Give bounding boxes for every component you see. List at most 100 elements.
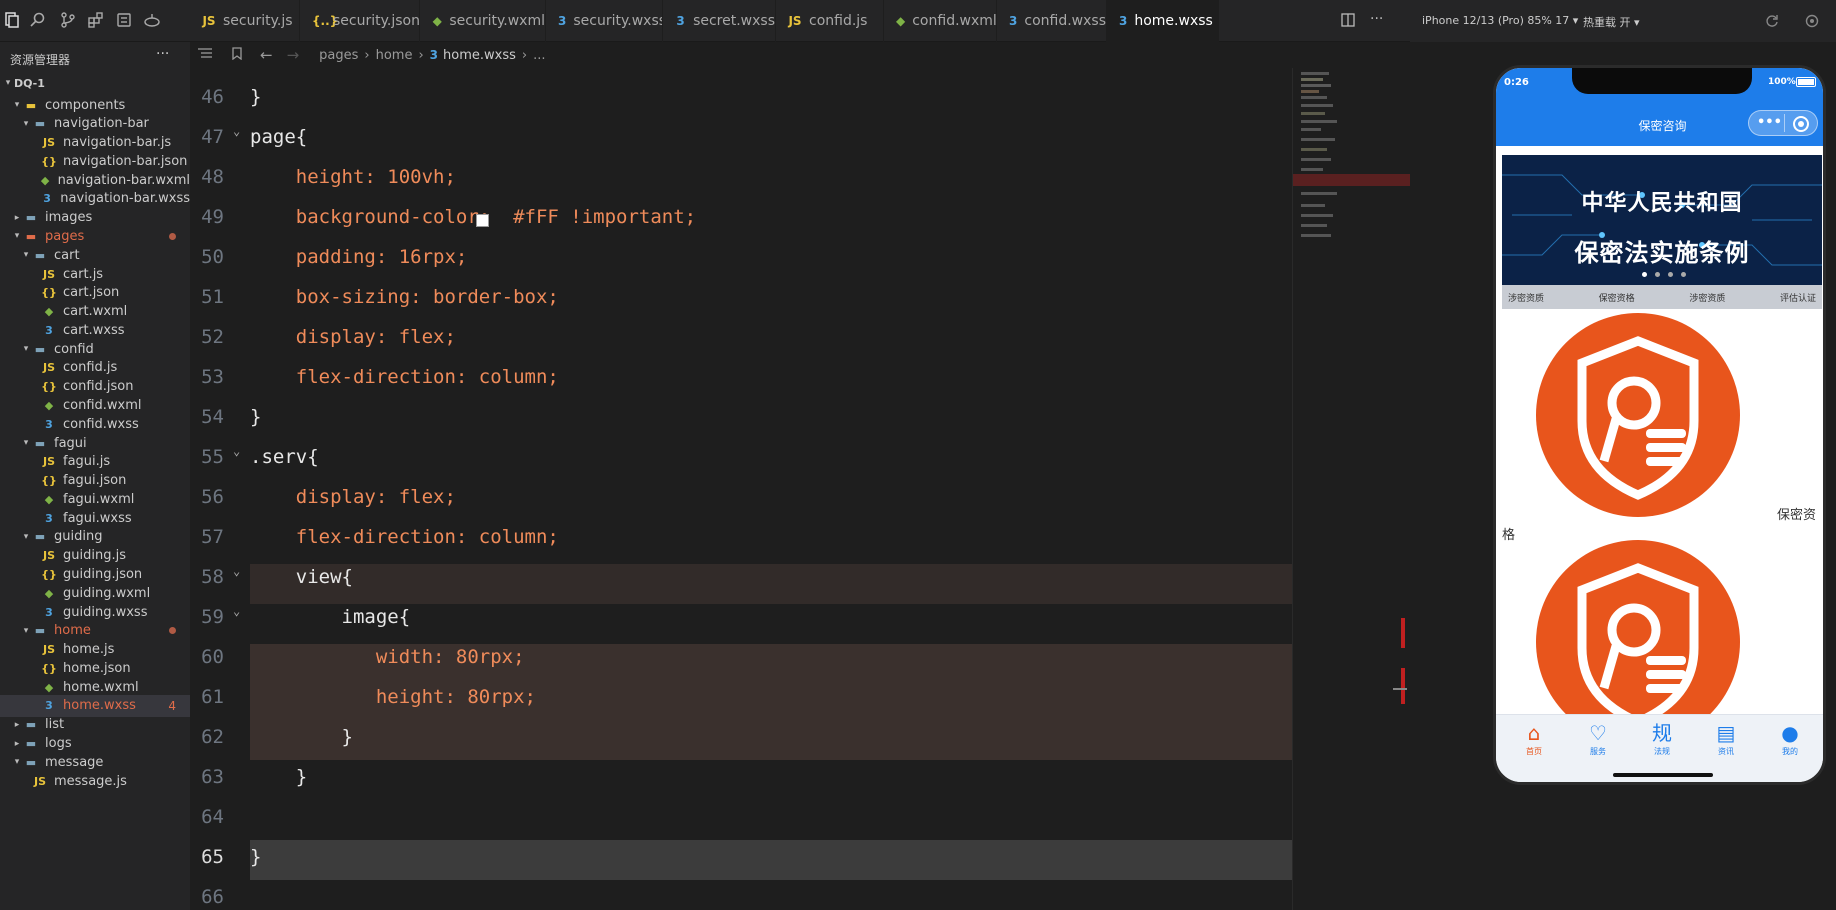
modified-dot-icon — [169, 232, 176, 240]
device-selector[interactable]: iPhone 12/13 (Pro) 85% 17 ▾ — [1422, 14, 1578, 27]
split-editor-icon[interactable] — [1338, 10, 1358, 30]
carousel-dot[interactable] — [1655, 272, 1660, 277]
category-item[interactable]: 涉密资质 — [1689, 291, 1725, 304]
json-file-icon: {} — [41, 286, 57, 300]
banner-carousel[interactable]: 中华人民共和国 保密法实施条例 — [1502, 155, 1822, 285]
explorer-more-button[interactable]: ··· — [156, 46, 169, 62]
phone-preview[interactable]: 0:26 100% 保密咨询 ••• 中华人民共和国 保密法实施条例 涉密资质 … — [1493, 65, 1826, 785]
tab-security-wxss[interactable]: 3 security.wxss — [546, 0, 663, 42]
outline-icon[interactable] — [198, 47, 212, 63]
code-line[interactable]: height: 100vh; — [250, 166, 456, 188]
breadcrumb-item[interactable]: home.wxss — [443, 48, 516, 63]
tab-bar-item[interactable]: ♡ 服务 — [1570, 720, 1626, 764]
category-item[interactable]: 保密资格 — [1599, 291, 1635, 304]
code-line[interactable]: display: flex; — [250, 326, 456, 348]
json-file-icon: {} — [41, 661, 57, 675]
code-editor[interactable]: 45 font-size: 24rpx;46}47page{⌄48 height… — [190, 68, 1410, 910]
code-line[interactable]: } — [250, 86, 261, 108]
tab-security-json[interactable]: {..} security.json — [300, 0, 420, 42]
category-bar: 涉密资质 保密资格 涉密资质 评估认证 — [1502, 285, 1822, 309]
fold-chevron-icon[interactable]: ⌄ — [233, 444, 240, 458]
code-line[interactable]: .serv{ — [250, 446, 319, 468]
line-number: 64 — [201, 806, 224, 828]
files-icon[interactable] — [2, 10, 22, 30]
tab-security-js[interactable]: JS security.js — [190, 0, 300, 42]
carousel-dot[interactable] — [1642, 272, 1647, 277]
json-file-icon: {} — [41, 474, 57, 488]
back-icon[interactable]: ← — [260, 46, 273, 64]
minimap[interactable] — [1292, 68, 1410, 910]
code-line[interactable]: view{ — [250, 566, 353, 588]
forward-icon[interactable]: → — [287, 46, 300, 64]
breadcrumb-item[interactable]: home — [376, 48, 413, 63]
tab-bar-item[interactable]: ● 我的 — [1762, 720, 1818, 764]
source-control-icon[interactable] — [58, 10, 78, 30]
capsule-menu[interactable]: ••• — [1748, 110, 1818, 136]
code-line[interactable]: } — [250, 406, 261, 428]
wxml-file-icon: ◆ — [432, 14, 442, 28]
wxml-file-icon: ◆ — [44, 398, 54, 412]
code-line[interactable]: box-sizing: border-box; — [250, 286, 559, 308]
line-number: 52 — [201, 326, 224, 348]
code-line[interactable]: } — [250, 846, 261, 868]
code-line[interactable]: display: flex; — [250, 486, 456, 508]
tree-item-label: navigation-bar.json — [63, 153, 188, 169]
code-line[interactable]: image{ — [250, 606, 411, 628]
tab-bar-item[interactable]: 规法规 — [1634, 720, 1690, 764]
news-icon: ▤ — [1716, 721, 1736, 745]
file-item[interactable]: JS message.js — [0, 770, 190, 792]
fold-chevron-icon[interactable]: ⌄ — [233, 564, 240, 578]
code-line[interactable]: height: 80rpx; — [250, 686, 536, 708]
line-number: 59 — [201, 606, 224, 628]
workspace-root[interactable]: ▾ DQ-1 — [0, 72, 190, 94]
minimap-viewport[interactable] — [1293, 174, 1410, 186]
code-line[interactable]: } — [250, 726, 353, 748]
refresh-icon[interactable] — [1765, 13, 1779, 32]
category-item[interactable]: 评估认证 — [1780, 291, 1816, 304]
code-line[interactable]: padding: 16rpx; — [250, 246, 468, 268]
search-icon[interactable] — [28, 10, 48, 30]
more-actions-button[interactable]: ··· — [1370, 11, 1383, 27]
code-line[interactable]: width: 80rpx; — [250, 646, 525, 668]
bookmark-icon[interactable] — [232, 46, 242, 64]
fold-chevron-icon[interactable]: ⌄ — [233, 124, 240, 138]
shield-user-icon[interactable] — [1534, 311, 1742, 521]
close-mini-program-icon[interactable] — [1793, 116, 1809, 132]
breadcrumb-item[interactable]: pages — [319, 48, 358, 63]
code-line[interactable]: background-color: #fFF !important; — [250, 206, 696, 228]
tab-confid-wxml[interactable]: ◆ confid.wxml — [884, 0, 997, 42]
chevron-down-icon: ▾ — [14, 100, 20, 110]
color-swatch-icon[interactable] — [476, 214, 489, 227]
tab-home-wxss[interactable]: 3 home.wxss — [1107, 0, 1219, 42]
code-line[interactable]: } — [250, 766, 307, 788]
extensions-icon[interactable] — [86, 10, 106, 30]
carousel-dot[interactable] — [1681, 272, 1686, 277]
preview-icon[interactable] — [1805, 13, 1819, 32]
debug-icon[interactable] — [142, 10, 162, 30]
tab-confid-js[interactable]: JS confid.js — [776, 0, 884, 42]
js-file-icon: JS — [42, 136, 55, 150]
tab-secret-wxss[interactable]: 3 secret.wxss — [663, 0, 776, 42]
cloud-icon[interactable] — [114, 10, 134, 30]
category-item[interactable]: 涉密资质 — [1508, 291, 1544, 304]
line-number: 58 — [201, 566, 224, 588]
line-number: 49 — [201, 206, 224, 228]
carousel-dot[interactable] — [1668, 272, 1673, 277]
more-icon[interactable]: ••• — [1757, 115, 1782, 130]
code-line[interactable]: page{ — [250, 126, 307, 148]
breadcrumb-item[interactable]: ... — [533, 48, 545, 63]
line-number: 55 — [201, 446, 224, 468]
tab-label: home.wxss — [1134, 13, 1213, 29]
tab-confid-wxss[interactable]: 3 confid.wxss — [997, 0, 1107, 42]
tree-item-label: list — [45, 717, 65, 733]
tab-bar-item[interactable]: ⌂ 首页 — [1506, 720, 1562, 764]
hot-reload-toggle[interactable]: 热重载 开 ▾ — [1583, 14, 1640, 30]
tab-bar-item[interactable]: ▤ 资讯 — [1698, 720, 1754, 764]
code-line[interactable]: flex-direction: column; — [250, 526, 559, 548]
tree-item-label: confid.wxml — [63, 397, 142, 413]
tab-security-wxml[interactable]: ◆ security.wxml — [420, 0, 546, 42]
wxss-file-icon: 3 — [43, 192, 51, 206]
code-line[interactable]: flex-direction: column; — [250, 366, 559, 388]
tab-label: security.js — [223, 13, 293, 29]
fold-chevron-icon[interactable]: ⌄ — [233, 604, 240, 618]
